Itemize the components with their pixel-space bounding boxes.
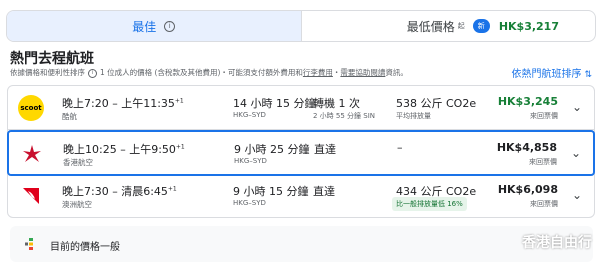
flight-stops: 直達 bbox=[313, 185, 335, 198]
co2-emission: – bbox=[397, 141, 403, 154]
cheapest-suffix: 起 bbox=[457, 22, 465, 30]
sort-tabs: 最佳 i 最低價格 HK$3,217 起 新 bbox=[6, 10, 596, 42]
qantas-logo-icon bbox=[18, 183, 44, 209]
sort-icon: ⇅ bbox=[584, 70, 592, 80]
section-title: 熱門去程航班 bbox=[10, 51, 94, 67]
sort-label: 依熱門航班排序 bbox=[511, 69, 582, 80]
new-badge: 新 bbox=[472, 19, 490, 33]
tab-best[interactable]: 最佳 i bbox=[7, 11, 302, 41]
co2-badge: 比一般排放量低 16% bbox=[392, 197, 467, 211]
info-icon[interactable]: i bbox=[88, 68, 97, 78]
price-gauge-icon bbox=[25, 238, 33, 250]
info-icon[interactable]: i bbox=[164, 20, 176, 32]
next-day-mark: +1 bbox=[174, 97, 184, 105]
subtitle-sort-text: 依據價格和便利性排序 bbox=[10, 68, 85, 77]
flight-duration: 9 小時 25 分鐘 bbox=[234, 143, 310, 156]
cheapest-price: HK$3,217 bbox=[498, 20, 559, 33]
tab-cheapest-label: 最低價格 bbox=[406, 19, 455, 34]
chevron-down-icon[interactable]: ⌄ bbox=[572, 188, 582, 202]
price-type: 來回票價 bbox=[530, 200, 558, 208]
section-subtitle: 依據價格和便利性排序 i 1 位成人的價格 (含稅款及其他費用)・可能須支付額外費用… bbox=[10, 67, 408, 78]
flight-row[interactable]: 晚上10:25 – 上午9:50+1 香港航空 9 小時 25 分鐘 HKG–S… bbox=[7, 130, 595, 176]
price-insight-text: 目前的價格一般 bbox=[50, 242, 120, 253]
flight-time: 晚上7:30 – 清晨6:45+1 bbox=[62, 183, 177, 199]
flight-time: 晚上10:25 – 上午9:50+1 bbox=[63, 141, 185, 157]
subtitle-end-text: 資訊。 bbox=[385, 68, 408, 77]
flight-time: 晚上7:20 – 上午11:35+1 bbox=[62, 95, 184, 111]
flight-duration: 9 小時 15 分鐘 bbox=[233, 185, 309, 198]
co2-note: 平均排放量 bbox=[396, 112, 431, 120]
scoot-logo-icon: scoot bbox=[18, 95, 44, 121]
flight-price: HK$4,858 bbox=[496, 141, 557, 154]
chevron-down-icon[interactable]: ⌄ bbox=[572, 100, 582, 114]
help-reading-link[interactable]: 需要協助閱讀 bbox=[340, 68, 385, 77]
price-insight-banner[interactable]: 目前的價格一般 bbox=[10, 226, 593, 262]
flight-stops: 轉機 1 次 bbox=[313, 97, 360, 110]
watermark: 香港自由行 bbox=[522, 235, 592, 251]
flight-route: HKG–SYD bbox=[234, 157, 267, 165]
tab-best-label: 最佳 bbox=[132, 19, 157, 34]
next-day-mark: +1 bbox=[167, 185, 177, 193]
airline-name: 香港航空 bbox=[63, 158, 93, 167]
flight-route: HKG–SYD bbox=[233, 111, 266, 119]
airline-name: 酷航 bbox=[62, 112, 77, 121]
price-type: 來回票價 bbox=[529, 158, 557, 166]
flight-route: HKG–SYD bbox=[233, 199, 266, 207]
flight-time-text: 晚上10:25 – 上午9:50 bbox=[63, 143, 176, 156]
subtitle-price-text: 1 位成人的價格 (含稅款及其他費用)・可能須支付額外費用和 bbox=[100, 68, 303, 77]
flight-duration: 14 小時 15 分鐘 bbox=[233, 97, 316, 110]
chevron-down-icon[interactable]: ⌄ bbox=[571, 146, 581, 160]
flight-time-text: 晚上7:20 – 上午11:35 bbox=[62, 97, 175, 110]
flight-row[interactable]: 晚上7:30 – 清晨6:45+1 澳洲航空 9 小時 15 分鐘 HKG–SY… bbox=[8, 174, 594, 216]
flight-price: HK$3,245 bbox=[497, 95, 558, 108]
flight-list: scoot 晚上7:20 – 上午11:35+1 酷航 14 小時 15 分鐘 … bbox=[7, 85, 595, 218]
flight-row[interactable]: scoot 晚上7:20 – 上午11:35+1 酷航 14 小時 15 分鐘 … bbox=[8, 86, 594, 128]
tab-cheapest[interactable]: 最低價格 HK$3,217 起 新 bbox=[302, 11, 596, 41]
next-day-mark: +1 bbox=[175, 143, 185, 151]
price-type: 來回票價 bbox=[530, 112, 558, 120]
scoot-logo-text: scoot bbox=[20, 104, 42, 112]
flight-stops: 直達 bbox=[314, 143, 336, 156]
flight-time-text: 晚上7:30 – 清晨6:45 bbox=[62, 185, 168, 198]
sort-button[interactable]: 依熱門航班排序 ⇅ bbox=[511, 65, 592, 80]
airline-name: 澳洲航空 bbox=[62, 200, 92, 209]
hk-airlines-logo-icon bbox=[19, 141, 45, 167]
baggage-fees-link[interactable]: 行李費用 bbox=[303, 68, 333, 77]
flight-price: HK$6,098 bbox=[497, 183, 558, 196]
layover-info: 2 小時 55 分鐘 SIN bbox=[313, 112, 376, 120]
co2-emission: 538 公斤 CO2e bbox=[396, 97, 477, 110]
